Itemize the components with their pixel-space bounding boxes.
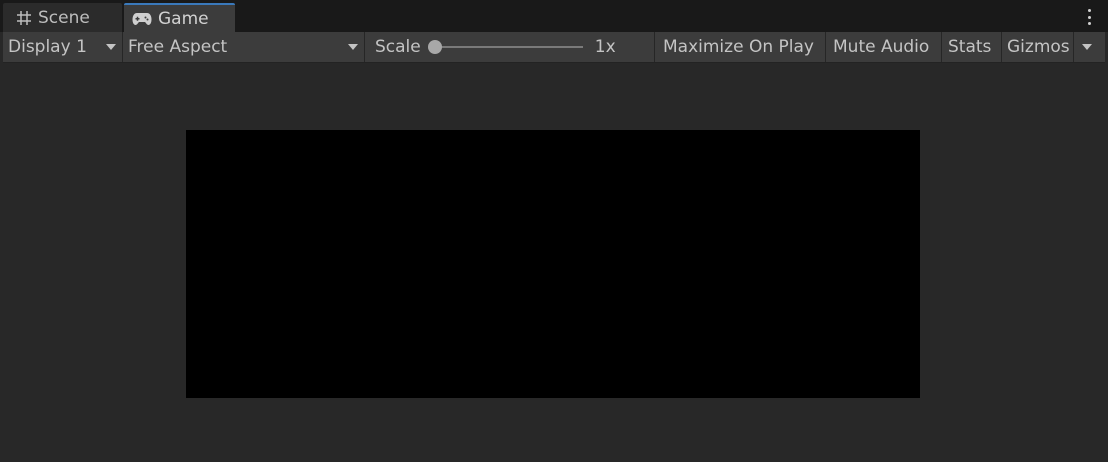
scale-value: 1x [594, 37, 616, 57]
chevron-down-icon [1082, 44, 1092, 50]
tab-bar: Scene Game [0, 0, 1108, 32]
scale-label: Scale [375, 37, 421, 57]
display-dropdown-label: Display 1 [8, 37, 87, 57]
maximize-on-play-label: Maximize On Play [663, 37, 814, 57]
tab-game[interactable]: Game [124, 3, 235, 32]
more-options-icon[interactable] [1088, 9, 1092, 25]
chevron-down-icon [106, 44, 116, 50]
gizmos-button[interactable]: Gizmos [1002, 32, 1074, 62]
maximize-on-play-button[interactable]: Maximize On Play [655, 32, 826, 62]
display-dropdown[interactable]: Display 1 [3, 32, 123, 62]
tab-scene[interactable]: Scene [3, 3, 122, 32]
scale-slider[interactable] [427, 39, 583, 55]
game-render-frame[interactable] [186, 130, 920, 398]
aspect-dropdown[interactable]: Free Aspect [123, 32, 365, 62]
gizmos-dropdown-button[interactable] [1074, 32, 1101, 62]
mute-audio-label: Mute Audio [833, 37, 930, 57]
scale-control: Scale 1x [365, 32, 655, 62]
game-window: Scene Game Display 1 Free Aspect Scale 1… [0, 0, 1108, 462]
tab-game-label: Game [158, 8, 209, 29]
scale-slider-track [434, 46, 583, 48]
gizmos-label: Gizmos [1007, 37, 1070, 57]
stats-button[interactable]: Stats [942, 32, 1002, 62]
tab-scene-label: Scene [38, 7, 90, 28]
game-viewport[interactable] [3, 64, 1105, 462]
game-toolbar: Display 1 Free Aspect Scale 1x Maximize … [3, 32, 1105, 63]
aspect-dropdown-label: Free Aspect [128, 37, 228, 57]
stats-label: Stats [948, 37, 992, 57]
gamepad-icon [132, 12, 152, 26]
scale-slider-thumb[interactable] [427, 40, 442, 54]
grid-hash-icon [16, 10, 32, 26]
mute-audio-button[interactable]: Mute Audio [826, 32, 942, 62]
chevron-down-icon [348, 44, 358, 50]
